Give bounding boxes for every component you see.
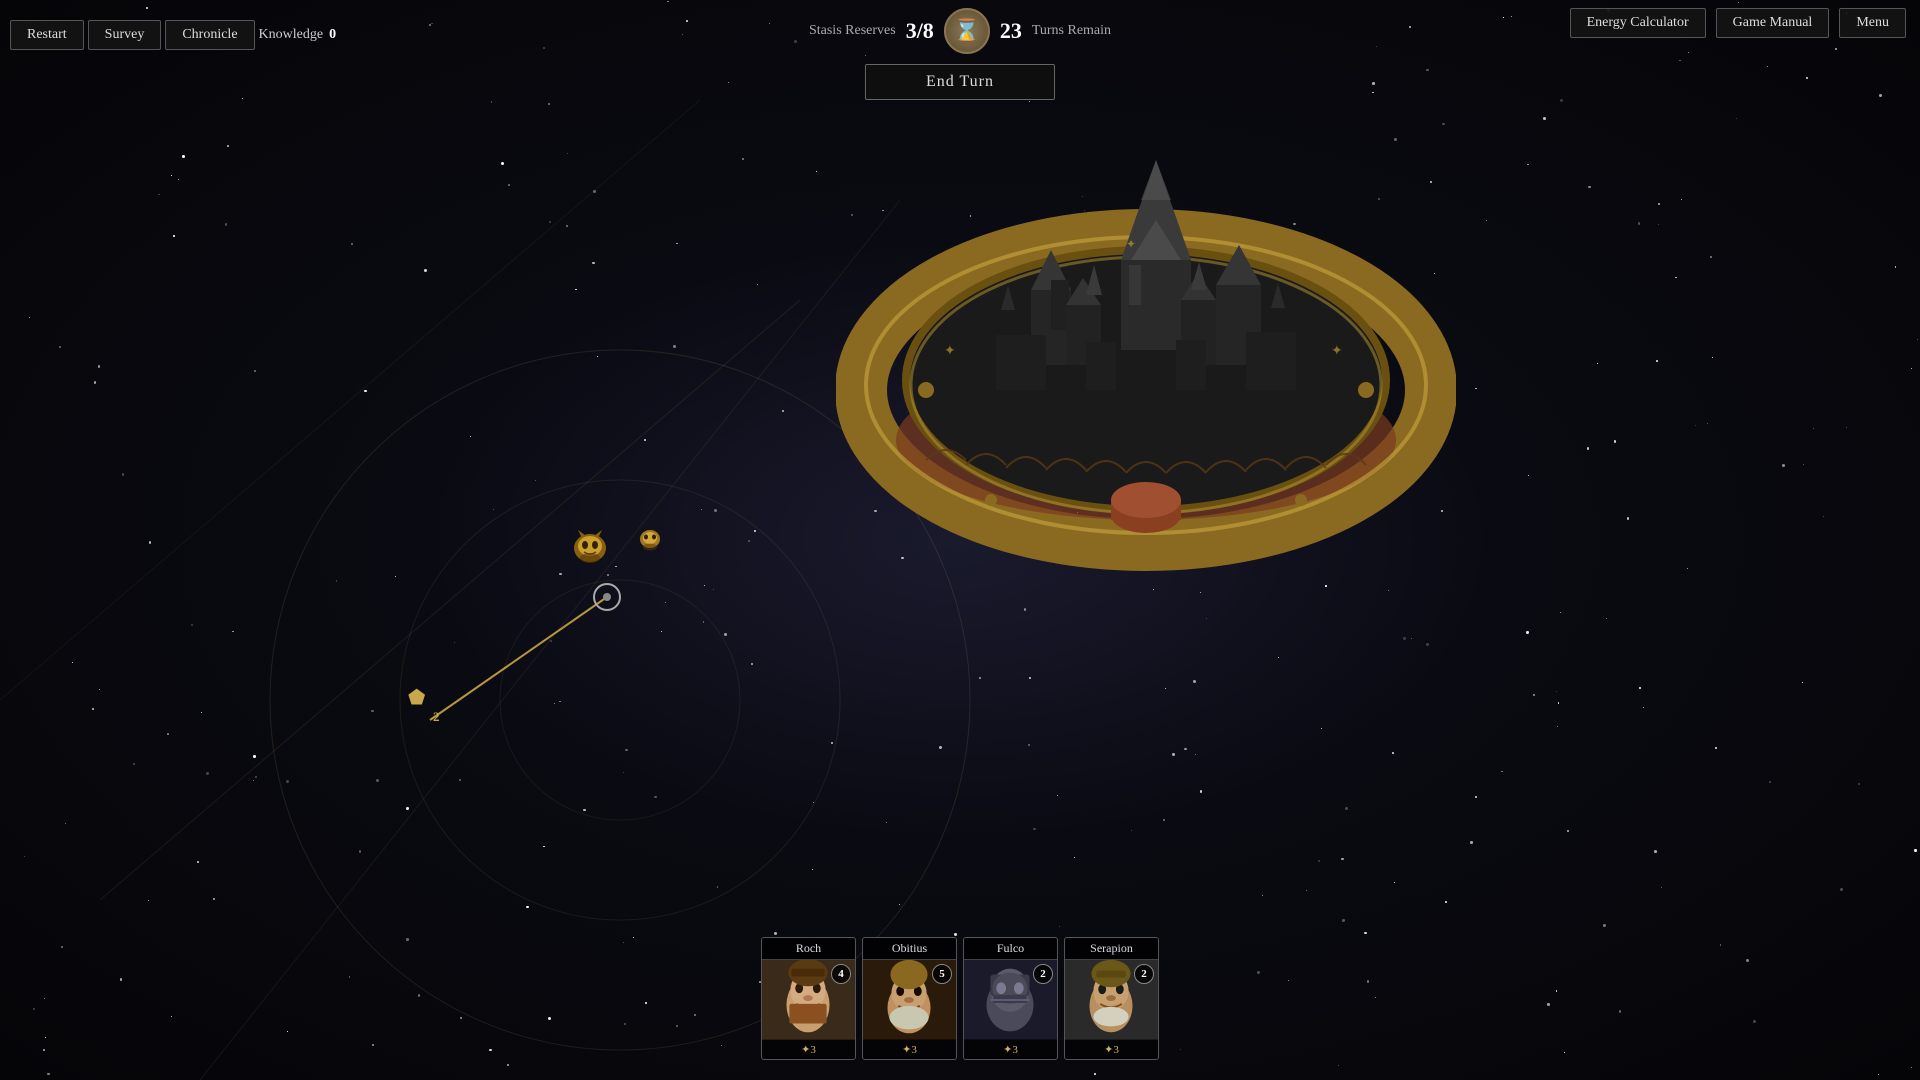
stasis-current: 3/8: [906, 18, 934, 44]
unit-e2-label: 2: [433, 709, 440, 725]
hourglass-icon: ⌛: [944, 8, 990, 54]
target-marker: [593, 583, 621, 611]
char-energy-roch: 4: [831, 964, 851, 984]
char-stars-fulco: ✦3: [964, 1040, 1057, 1059]
char-portrait-serapion: 2: [1065, 960, 1158, 1040]
char-energy-serapion: 2: [1134, 964, 1154, 984]
stasis-row: Stasis Reserves 3/8 ⌛ 23 Turns Remain: [789, 0, 1131, 62]
char-energy-fulco: 2: [1033, 964, 1053, 984]
svg-text:✦: ✦: [1331, 344, 1343, 359]
menu-button[interactable]: Menu: [1839, 8, 1906, 38]
stasis-label: Stasis Reserves: [809, 23, 896, 39]
chronicle-button[interactable]: Chronicle: [165, 20, 254, 50]
svg-text:✦: ✦: [944, 344, 956, 359]
energy-calculator-button[interactable]: Energy Calculator: [1570, 8, 1706, 38]
survey-button[interactable]: Survey: [88, 20, 162, 50]
char-card-roch[interactable]: Roch 4 ✦3: [761, 937, 856, 1060]
unit-b[interactable]: [635, 525, 665, 555]
char-name-fulco: Fulco: [964, 938, 1057, 960]
char-name-obitius: Obitius: [863, 938, 956, 960]
target-marker-center: [603, 593, 611, 601]
char-name-roch: Roch: [762, 938, 855, 960]
char-stars-serapion: ✦3: [1065, 1040, 1158, 1059]
city-structure[interactable]: ✦ ✦ ✦: [836, 80, 1456, 580]
knowledge-value: 0: [329, 27, 336, 43]
char-energy-obitius: 5: [932, 964, 952, 984]
knowledge-label: Knowledge: [259, 27, 324, 43]
turns-remain-number: 23: [1000, 18, 1022, 44]
unit-a[interactable]: [570, 528, 610, 568]
char-stars-roch: ✦3: [762, 1040, 855, 1059]
svg-text:✦: ✦: [1126, 237, 1136, 251]
center-hud: Stasis Reserves 3/8 ⌛ 23 Turns Remain En…: [789, 0, 1131, 100]
char-portrait-roch: 4: [762, 960, 855, 1040]
turns-remain-label: Turns Remain: [1032, 23, 1111, 39]
char-name-serapion: Serapion: [1065, 938, 1158, 960]
char-card-obitius[interactable]: Obitius 5 ✦3: [862, 937, 957, 1060]
restart-button[interactable]: Restart: [10, 20, 84, 50]
char-portrait-obitius: 5: [863, 960, 956, 1040]
character-cards: Roch 4 ✦3 Obitius: [761, 937, 1159, 1060]
char-card-fulco[interactable]: Fulco 2 ✦3: [963, 937, 1058, 1060]
char-card-serapion[interactable]: Serapion 2 ✦3: [1064, 937, 1159, 1060]
char-stars-obitius: ✦3: [863, 1040, 956, 1059]
char-portrait-fulco: 2: [964, 960, 1057, 1040]
game-manual-button[interactable]: Game Manual: [1716, 8, 1830, 38]
end-turn-button[interactable]: End Turn: [865, 64, 1055, 100]
right-top-buttons: Energy Calculator Game Manual Menu: [1570, 8, 1910, 38]
knowledge-display: Knowledge 0: [259, 27, 337, 43]
unit-e2-icon: ⬟: [408, 685, 425, 710]
